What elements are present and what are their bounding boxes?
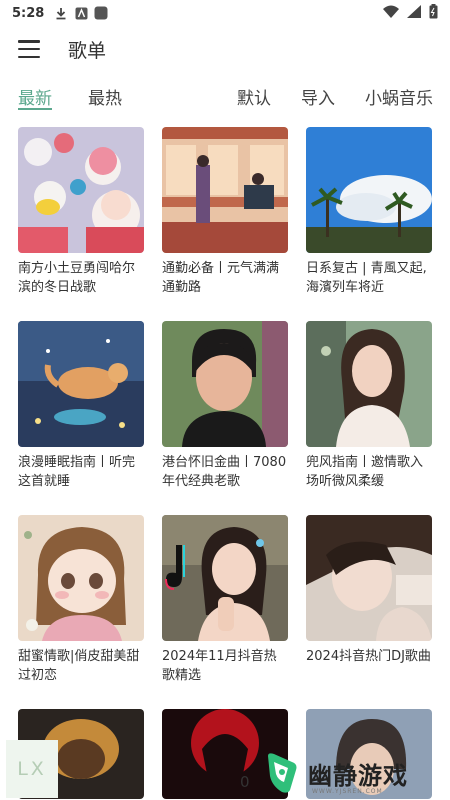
watermark: 幽静游戏 WWW.YJSREN.COM [262,748,448,798]
wifi-icon [383,5,399,22]
watermark-url: WWW.YJSREN.COM [312,788,383,795]
playlist-title: 兜风指南丨邀情歌入场听微风柔缓 [306,455,424,489]
square-notification-icon [94,6,108,20]
playlist-card[interactable]: 港台怀旧金曲丨7080年代经典老歌 [162,321,288,493]
menu-icon[interactable] [18,40,40,58]
playlist-cover [18,515,144,641]
status-time: 5:28 [12,5,45,21]
sort-tabs: 最新 最热 默认 导入 小蜗音乐 [0,78,450,112]
playlist-cover [18,127,144,253]
source-selector[interactable]: 小蜗音乐 [365,84,433,109]
playlist-card[interactable]: 浪漫睡眠指南丨听完这首就睡 [18,321,144,493]
playlist-title: 日系复古 | 青風又起, 海濱列车将近 [306,261,427,295]
battery-icon [429,3,438,23]
playlist-cover [306,127,432,253]
playlist-cover [162,127,288,253]
app-bar: 歌单 [0,26,450,72]
playlist-card[interactable]: 甜蜜情歌|俏皮甜美甜过初恋 [18,515,144,687]
status-bar: 5:28 [0,0,450,26]
playlist-title: 甜蜜情歌|俏皮甜美甜过初恋 [18,649,140,683]
playlist-title: 浪漫睡眠指南丨听完这首就睡 [18,455,136,489]
app-notification-icon [74,6,88,20]
import-button[interactable]: 导入 [301,84,335,109]
playlist-card[interactable]: 日系复古 | 青風又起, 海濱列车将近 [306,127,432,299]
playlist-card[interactable]: 南方小土豆勇闯哈尔滨的冬日战歌 [18,127,144,299]
signal-icon [407,4,421,22]
watermark-logo-icon [268,753,297,793]
playlist-title: 2024年11月抖音热歌精选 [162,649,277,683]
playlist-cover [306,515,432,641]
active-tab-indicator [18,108,52,110]
playlist-cover [162,321,288,447]
tab-hottest[interactable]: 最热 [88,84,122,109]
player-cover-thumbnail[interactable]: LX [6,740,58,798]
default-button[interactable]: 默认 [237,84,271,109]
playlist-card[interactable]: 通勤必备丨元气满满通勤路 [162,127,288,299]
playlist-card[interactable]: 2024年11月抖音热歌精选 [162,515,288,687]
playlist-card[interactable]: 2024抖音热门DJ歌曲 [306,515,432,687]
watermark-text: 幽静游戏 [308,761,408,790]
page-counter: 0 [240,773,250,791]
playlist-cover [306,321,432,447]
playlist-title: 通勤必备丨元气满满通勤路 [162,261,280,295]
playlist-title: 港台怀旧金曲丨7080年代经典老歌 [162,455,287,489]
playlist-card[interactable]: 兜风指南丨邀情歌入场听微风柔缓 [306,321,432,493]
page-title: 歌单 [68,39,107,62]
playlist-title: 南方小土豆勇闯哈尔滨的冬日战歌 [18,261,136,295]
tab-newest[interactable]: 最新 [18,84,52,109]
playlist-title: 2024抖音热门DJ歌曲 [306,649,431,664]
playlist-cover [162,515,288,641]
playlist-cover [18,321,144,447]
download-icon [54,6,68,20]
